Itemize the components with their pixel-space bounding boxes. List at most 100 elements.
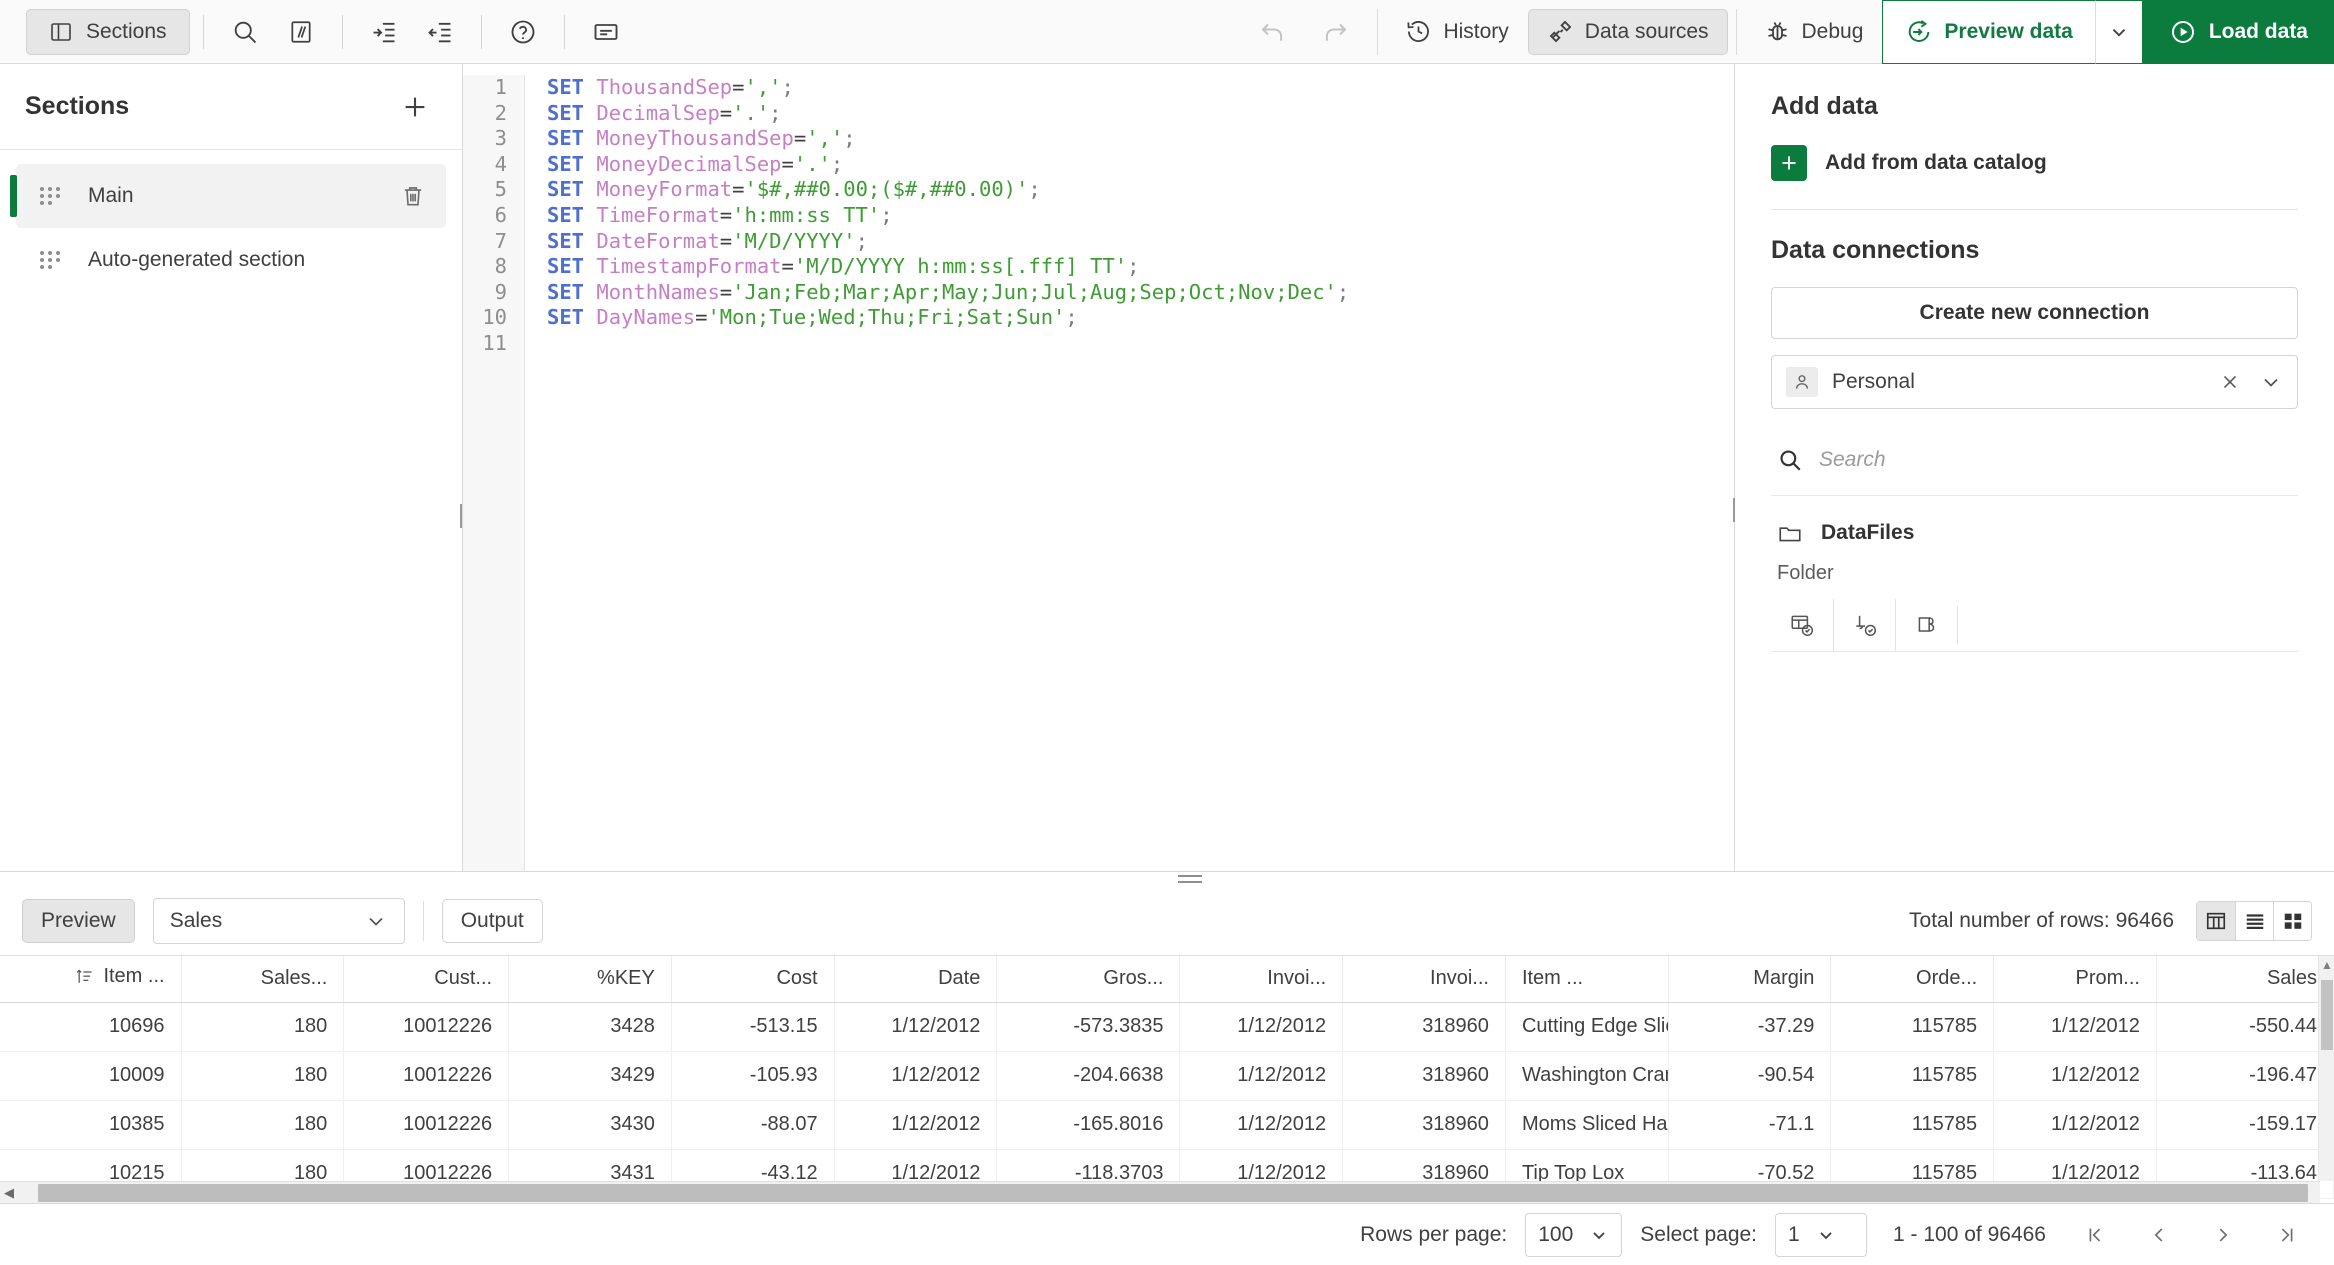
- code-line[interactable]: SET MoneyDecimalSep='.';: [547, 152, 1734, 178]
- preview-data-button[interactable]: Preview data: [1882, 0, 2095, 64]
- indent-decrease-icon[interactable]: [412, 7, 468, 57]
- code-line[interactable]: SET TimestampFormat='M/D/YYYY h:mm:ss[.f…: [547, 254, 1734, 280]
- data-panel-resize-handle[interactable]: [1733, 498, 1737, 522]
- script-editor[interactable]: 1 2 3 4 5 6 7 8 9 10 11 SET ThousandSep=','; SET De…: [463, 64, 1734, 871]
- add-from-data-catalog-button[interactable]: + Add from data catalog: [1771, 145, 2298, 181]
- data-sources-button[interactable]: Data sources: [1527, 8, 1728, 55]
- horizontal-splitter: [0, 871, 2334, 887]
- script-code[interactable]: SET ThousandSep=','; SET DecimalSep='.'; S…: [525, 75, 1734, 871]
- code-line[interactable]: SET DayNames='Mon;Tue;Wed;Thu;Fri;Sat;Su…: [547, 305, 1734, 331]
- column-header[interactable]: Invoi...: [1179, 956, 1344, 1003]
- indent-increase-icon[interactable]: [356, 7, 412, 57]
- preview-resize-handle[interactable]: [1178, 875, 1202, 883]
- preview-toolbar: Preview Sales Output Total number of row…: [0, 887, 2334, 955]
- code-line[interactable]: SET MoneyFormat='$#,##0.00;($#,##0.00)';: [547, 177, 1734, 203]
- data-connection-name: DataFiles: [1821, 521, 1915, 544]
- search-icon[interactable]: [217, 7, 273, 57]
- column-header-label: Prom...: [2075, 967, 2140, 990]
- code-line[interactable]: [547, 331, 1734, 357]
- horizontal-scroll-track[interactable]: [18, 1182, 2320, 1204]
- column-header[interactable]: Cust...: [343, 956, 510, 1003]
- debug-button[interactable]: Debug: [1745, 9, 1883, 55]
- sidebar-item-main[interactable]: Main: [10, 164, 446, 228]
- column-header[interactable]: %KEY: [508, 956, 672, 1003]
- redo-icon[interactable]: [1307, 7, 1363, 57]
- last-page-icon[interactable]: [2264, 1213, 2310, 1257]
- sidebar-item-auto-generated-section[interactable]: Auto-generated section: [16, 228, 446, 292]
- code-line[interactable]: SET TimeFormat='h:mm:ss TT';: [547, 203, 1734, 229]
- vertical-scroll-thumb[interactable]: [2321, 980, 2333, 1050]
- column-header[interactable]: Gros...: [996, 956, 1181, 1003]
- load-data-button[interactable]: Load data: [2142, 0, 2334, 64]
- column-header[interactable]: Cost: [671, 956, 835, 1003]
- column-header[interactable]: Invoi...: [1342, 956, 1506, 1003]
- column-header[interactable]: Prom...: [1993, 956, 2157, 1003]
- table-selector[interactable]: Sales: [152, 898, 405, 944]
- table-vertical-scrollbar[interactable]: ▲: [2318, 956, 2334, 1181]
- column-header-label: Cust...: [434, 967, 493, 990]
- code-line[interactable]: SET DateFormat='M/D/YYYY';: [547, 229, 1734, 255]
- select-page-select[interactable]: 1: [1775, 1212, 1868, 1257]
- add-from-data-catalog-label: Add from data catalog: [1825, 151, 2047, 174]
- table-cell: 115785: [1830, 1100, 1995, 1150]
- previous-page-icon[interactable]: [2136, 1213, 2182, 1257]
- column-header[interactable]: Orde...: [1830, 956, 1995, 1003]
- undo-icon[interactable]: [1245, 7, 1301, 57]
- connection-search-row[interactable]: [1771, 421, 2298, 496]
- history-button[interactable]: History: [1386, 9, 1527, 55]
- rows-per-page-select[interactable]: 100: [1525, 1212, 1623, 1257]
- column-header[interactable]: Margin: [1668, 956, 1832, 1003]
- table-cell: 1/12/2012: [1179, 1100, 1344, 1150]
- comment-slashes-icon[interactable]: [273, 7, 329, 57]
- toolbar-divider: [202, 14, 204, 49]
- output-button[interactable]: Output: [441, 899, 543, 943]
- close-x-icon[interactable]: [2219, 371, 2241, 393]
- code-line[interactable]: SET MonthNames='Jan;Feb;Mar;Apr;May;Jun;…: [547, 280, 1734, 306]
- delete-section-icon[interactable]: [400, 183, 426, 209]
- sections-toggle-button[interactable]: Sections: [26, 8, 190, 55]
- add-section-button[interactable]: [393, 85, 437, 129]
- code-line[interactable]: SET ThousandSep=',';: [547, 75, 1734, 101]
- list-view-icon[interactable]: [2235, 902, 2273, 940]
- code-editor-body[interactable]: 1 2 3 4 5 6 7 8 9 10 11 SET ThousandSep=','; SET De…: [463, 64, 1734, 871]
- drag-handle-icon[interactable]: [40, 251, 62, 269]
- edit-connection-icon[interactable]: [1895, 599, 1957, 651]
- help-circle-icon[interactable]: [495, 7, 551, 57]
- search-input[interactable]: [1819, 448, 2292, 472]
- table-row[interactable]: 10009 180 10012226 3429 -105.93 1/12/2012 -204…: [0, 1051, 2334, 1101]
- sort-ascending-icon[interactable]: [75, 967, 95, 987]
- horizontal-scroll-thumb[interactable]: [38, 1183, 2308, 1202]
- next-page-icon[interactable]: [2200, 1213, 2246, 1257]
- create-new-connection-button[interactable]: Create new connection: [1771, 287, 2298, 339]
- column-header[interactable]: Item ...: [1505, 956, 1669, 1003]
- line-number: 11: [482, 330, 507, 355]
- line-number: 5: [494, 177, 507, 202]
- column-header[interactable]: Date: [834, 956, 998, 1003]
- grid-view-icon[interactable]: [2273, 902, 2311, 940]
- table-view-icon[interactable]: [2197, 902, 2235, 940]
- table-cell: 180: [181, 1100, 345, 1150]
- select-data-icon[interactable]: [1771, 599, 1833, 651]
- scroll-up-icon[interactable]: ▲: [2319, 958, 2334, 972]
- column-header[interactable]: Sales...: [181, 956, 345, 1003]
- code-line[interactable]: SET MoneyThousandSep=',';: [547, 126, 1734, 152]
- connection-selector[interactable]: Personal: [1771, 355, 2298, 409]
- table-horizontal-scrollbar[interactable]: ◀: [0, 1181, 2320, 1203]
- tab-preview[interactable]: Preview: [22, 899, 135, 943]
- preview-data-dropdown[interactable]: [2094, 0, 2143, 64]
- notes-icon[interactable]: [578, 7, 634, 57]
- drag-handle-icon[interactable]: [40, 187, 62, 205]
- data-connection-item-datafiles[interactable]: DataFiles: [1771, 496, 2298, 546]
- section-name-label: Auto-generated section: [88, 248, 306, 271]
- chevron-down-icon[interactable]: [2259, 370, 2283, 394]
- table-cell: Cutting Edge Slice: [1505, 1002, 1669, 1052]
- first-page-icon[interactable]: [2072, 1213, 2118, 1257]
- preview-panel: Preview Sales Output Total number of row…: [0, 887, 2334, 1203]
- table-row[interactable]: 10385 180 10012226 3430 -88.07 1/12/2012 -165.…: [0, 1100, 2334, 1150]
- insert-script-icon[interactable]: [1833, 599, 1895, 651]
- code-line[interactable]: SET DecimalSep='.';: [547, 101, 1734, 127]
- table-row[interactable]: 10696 180 10012226 3428 -513.15 1/12/2012 -573…: [0, 1002, 2334, 1052]
- column-header[interactable]: Item ...: [0, 956, 182, 1003]
- scroll-left-icon[interactable]: ◀: [0, 1185, 18, 1201]
- column-header[interactable]: Sales: [2156, 956, 2334, 1003]
